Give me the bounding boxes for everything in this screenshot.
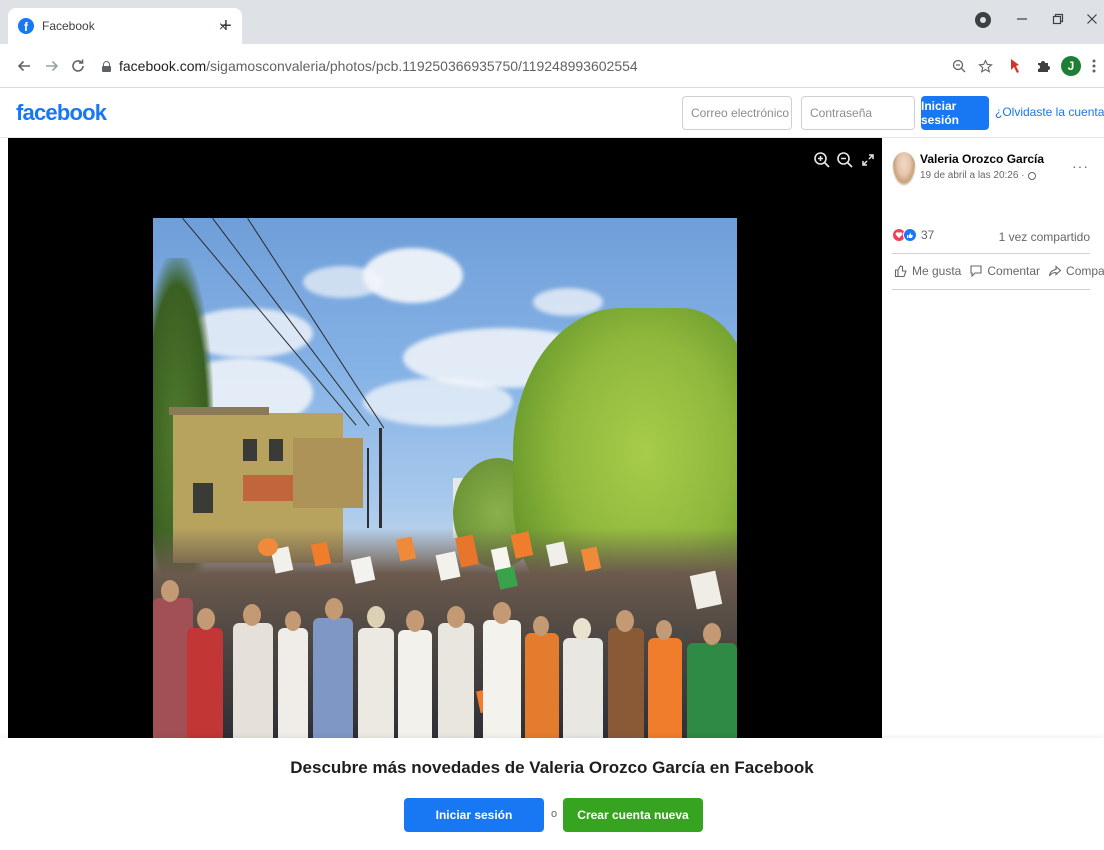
- post-actions: Me gusta Comentar Compartir: [894, 264, 1104, 278]
- email-field[interactable]: Correo electrónico o teléfono: [682, 96, 792, 130]
- facebook-favicon-icon: f: [18, 18, 34, 34]
- share-icon: [1049, 265, 1062, 277]
- zoom-out-icon[interactable]: [835, 150, 855, 170]
- author-avatar[interactable]: [892, 152, 916, 186]
- new-tab-button[interactable]: +: [214, 14, 238, 38]
- or-separator: o: [550, 808, 558, 820]
- banner-title: Descubre más novedades de Valeria Orozco…: [290, 758, 814, 777]
- profile-indicator-icon[interactable]: [975, 12, 991, 28]
- divider: [892, 289, 1090, 290]
- like-button[interactable]: Me gusta: [894, 264, 961, 278]
- post-photo: [153, 218, 737, 738]
- star-icon[interactable]: [976, 56, 994, 76]
- browser-tab-strip: f Facebook × +: [0, 0, 1104, 44]
- forward-icon[interactable]: [40, 54, 64, 78]
- forgot-account-link[interactable]: ¿Olvidaste la cuenta?: [995, 105, 1104, 119]
- post-details-panel: Valeria Orozco García 19 de abril a las …: [882, 138, 1104, 738]
- minimize-icon[interactable]: [1010, 6, 1034, 32]
- url-path: /sigamosconvaleria/photos/pcb.1192503669…: [206, 58, 638, 74]
- close-window-icon[interactable]: [1080, 6, 1104, 32]
- back-icon[interactable]: [12, 54, 36, 78]
- puzzle-icon[interactable]: [1034, 56, 1052, 76]
- facebook-logo[interactable]: facebook: [16, 100, 107, 126]
- reactions-summary[interactable]: 37: [892, 228, 934, 242]
- share-label: Compartir: [1066, 264, 1104, 278]
- extension-icon[interactable]: [1006, 56, 1024, 76]
- more-options-button[interactable]: ···: [1072, 158, 1089, 174]
- url-domain: facebook.com: [119, 58, 207, 74]
- shares-count[interactable]: 1 vez compartido: [999, 230, 1090, 244]
- divider: [892, 253, 1090, 254]
- like-label: Me gusta: [912, 264, 962, 278]
- browser-tab[interactable]: f Facebook ×: [8, 8, 242, 44]
- password-field[interactable]: Contraseña: [801, 96, 915, 130]
- post-date-text: 19 de abril a las 20:26 ·: [920, 170, 1025, 181]
- browser-toolbar: facebook.com/sigamosconvaleria/photos/pc…: [0, 44, 1104, 88]
- tab-title: Facebook: [42, 19, 95, 33]
- create-account-button[interactable]: Crear cuenta nueva: [563, 798, 703, 832]
- like-reaction-icon: [903, 228, 917, 242]
- zoom-icon[interactable]: [950, 56, 968, 76]
- photo-viewer: [8, 138, 882, 738]
- comment-button[interactable]: Comentar: [969, 264, 1040, 278]
- thumbs-up-icon: [894, 265, 907, 278]
- header-login-button[interactable]: Iniciar sesión: [921, 96, 989, 130]
- reaction-count: 37: [921, 228, 935, 242]
- facebook-header: facebook Correo electrónico o teléfono C…: [0, 88, 1104, 138]
- address-bar[interactable]: facebook.com/sigamosconvaleria/photos/pc…: [92, 52, 1012, 80]
- profile-avatar[interactable]: J: [1061, 56, 1081, 76]
- menu-icon[interactable]: [1088, 56, 1100, 76]
- reload-icon[interactable]: [66, 54, 90, 78]
- restore-icon[interactable]: [1046, 6, 1070, 32]
- author-name[interactable]: Valeria Orozco García: [920, 152, 1044, 166]
- share-button[interactable]: Compartir: [1048, 264, 1104, 278]
- zoom-in-icon[interactable]: [812, 150, 832, 170]
- banner-login-button[interactable]: Iniciar sesión: [404, 798, 544, 832]
- globe-icon: [1027, 171, 1036, 180]
- comment-icon: [970, 265, 982, 278]
- post-date[interactable]: 19 de abril a las 20:26 ·: [920, 170, 1036, 181]
- comment-label: Comentar: [987, 264, 1041, 278]
- lock-icon[interactable]: [102, 60, 111, 72]
- login-prompt-banner: Descubre más novedades de Valeria Orozco…: [0, 738, 1104, 850]
- fullscreen-icon[interactable]: [858, 150, 878, 170]
